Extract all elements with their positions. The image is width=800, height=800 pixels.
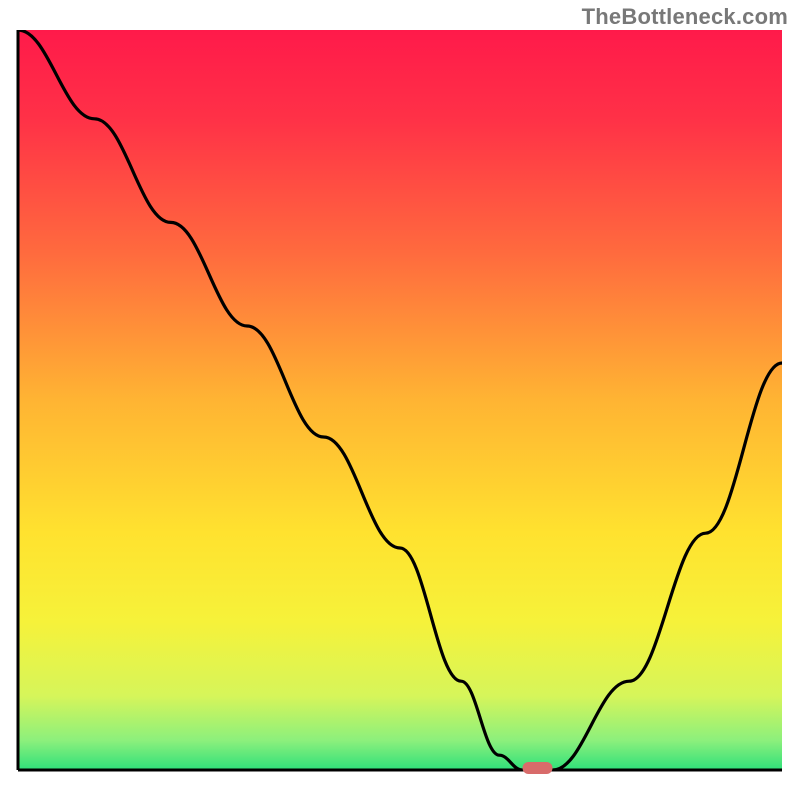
chart-container: TheBottleneck.com: [0, 0, 800, 800]
plot-background: [18, 30, 782, 770]
highlight-marker: [523, 762, 553, 774]
bottleneck-chart: [0, 0, 800, 800]
attribution-label: TheBottleneck.com: [582, 4, 788, 30]
